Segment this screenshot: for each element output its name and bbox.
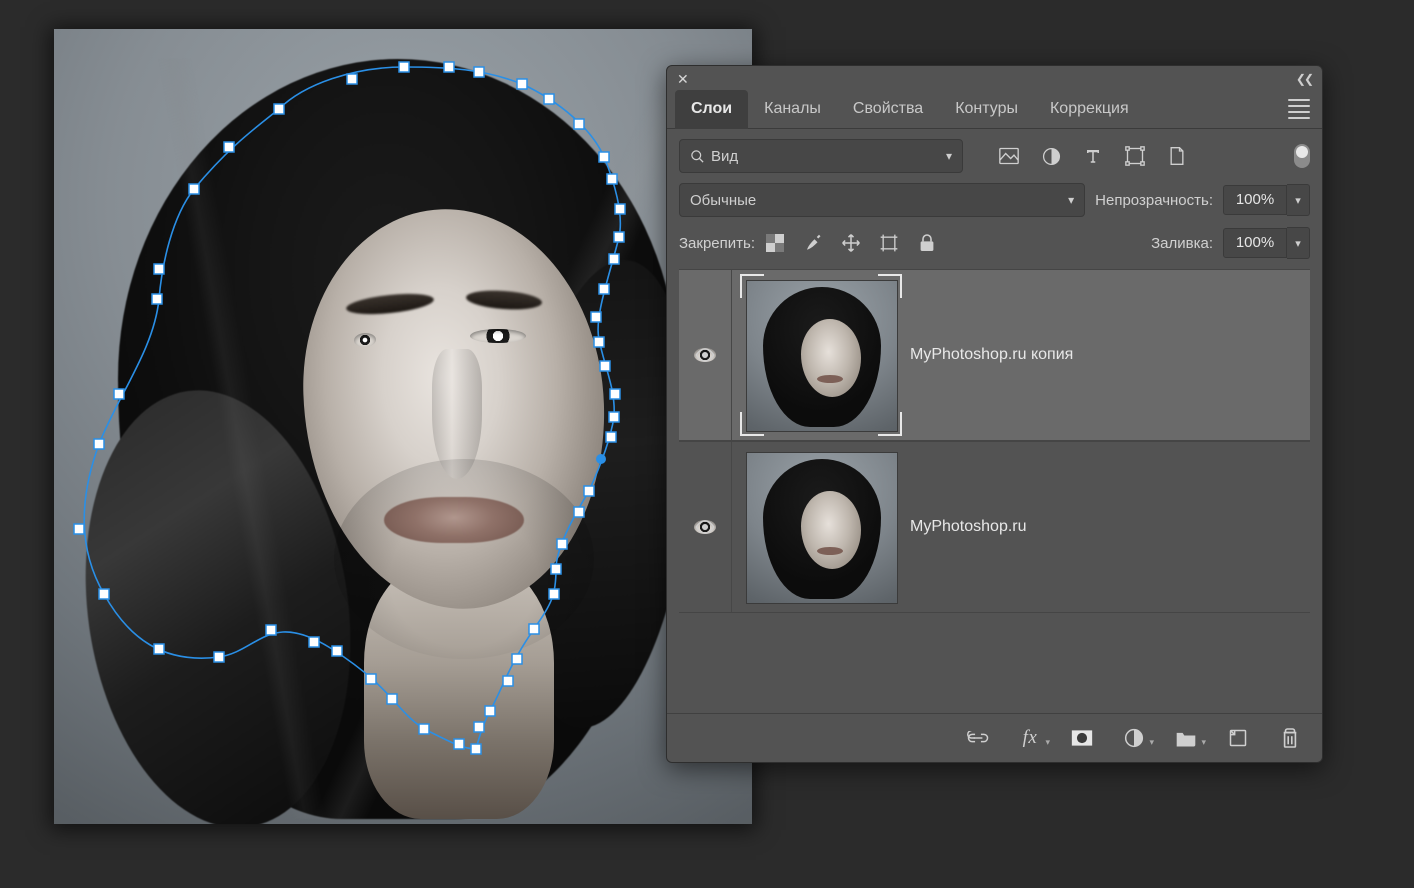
layer-filter-value: Вид bbox=[711, 148, 738, 165]
layer-name[interactable]: MyPhotoshop.ru bbox=[910, 518, 1027, 536]
opacity-chevron[interactable]: ▾ bbox=[1287, 184, 1310, 216]
blend-mode-select[interactable]: Обычные ▾ bbox=[679, 183, 1085, 217]
tab-channels[interactable]: Каналы bbox=[748, 90, 837, 128]
shape-filter-icon[interactable] bbox=[1125, 146, 1145, 166]
new-layer-icon[interactable] bbox=[1226, 726, 1250, 750]
collapse-icon[interactable]: ❮❮ bbox=[1296, 72, 1312, 86]
panel-header: ✕ ❮❮ bbox=[667, 66, 1322, 90]
chevron-down-icon: ▾ bbox=[946, 149, 952, 163]
panel-footer: fx▾ ▾ ▾ bbox=[667, 713, 1322, 762]
layers-list: MyPhotoshop.ru копия MyPhotoshop.ru bbox=[679, 269, 1310, 613]
adjustment-filter-icon[interactable] bbox=[1041, 146, 1061, 166]
type-filter-icon[interactable] bbox=[1083, 146, 1103, 166]
lock-position-icon[interactable] bbox=[841, 233, 861, 253]
eye-icon bbox=[694, 348, 716, 362]
group-icon[interactable]: ▾ bbox=[1174, 726, 1198, 750]
layer-filter-select[interactable]: Вид ▾ bbox=[679, 139, 963, 173]
lock-transparency-icon[interactable] bbox=[765, 233, 785, 253]
fill-chevron[interactable]: ▾ bbox=[1287, 227, 1310, 259]
link-layers-icon[interactable] bbox=[966, 726, 990, 750]
visibility-toggle[interactable] bbox=[679, 270, 732, 440]
fill-label: Заливка: bbox=[1151, 235, 1213, 252]
tab-properties[interactable]: Свойства bbox=[837, 90, 939, 128]
tab-paths[interactable]: Контуры bbox=[939, 90, 1034, 128]
visibility-toggle[interactable] bbox=[679, 442, 732, 612]
document-canvas[interactable] bbox=[54, 29, 752, 824]
layer-row[interactable]: MyPhotoshop.ru bbox=[679, 441, 1310, 613]
add-mask-icon[interactable] bbox=[1070, 726, 1094, 750]
filter-toggle[interactable] bbox=[1294, 144, 1310, 168]
lock-all-icon[interactable] bbox=[917, 233, 937, 253]
eye-icon bbox=[694, 520, 716, 534]
layer-name[interactable]: MyPhotoshop.ru копия bbox=[910, 346, 1073, 364]
filter-type-icons bbox=[999, 146, 1187, 166]
panel-tabs: Слои Каналы Свойства Контуры Коррекция bbox=[667, 90, 1322, 129]
layers-panel: ✕ ❮❮ Слои Каналы Свойства Контуры Коррек… bbox=[666, 65, 1323, 763]
blend-mode-value: Обычные bbox=[690, 192, 756, 209]
layer-row[interactable]: MyPhotoshop.ru копия bbox=[679, 269, 1310, 441]
search-icon bbox=[690, 149, 705, 164]
tab-adjustments[interactable]: Коррекция bbox=[1034, 90, 1145, 128]
panel-menu-icon[interactable] bbox=[1288, 98, 1310, 120]
lock-paint-icon[interactable] bbox=[803, 233, 823, 253]
fx-icon[interactable]: fx▾ bbox=[1018, 726, 1042, 750]
fill-input[interactable]: 100% bbox=[1223, 228, 1287, 258]
chevron-down-icon: ▾ bbox=[1068, 193, 1074, 207]
close-icon[interactable]: ✕ bbox=[677, 72, 691, 86]
layer-thumbnail[interactable] bbox=[746, 280, 896, 430]
opacity-label: Непрозрачность: bbox=[1095, 192, 1213, 209]
image-filter-icon[interactable] bbox=[999, 146, 1019, 166]
lock-label: Закрепить: bbox=[679, 235, 755, 252]
smartobject-filter-icon[interactable] bbox=[1167, 146, 1187, 166]
tab-layers[interactable]: Слои bbox=[675, 90, 748, 128]
delete-layer-icon[interactable] bbox=[1278, 726, 1302, 750]
opacity-input[interactable]: 100% bbox=[1223, 185, 1287, 215]
lock-artboard-icon[interactable] bbox=[879, 233, 899, 253]
layer-thumbnail[interactable] bbox=[746, 452, 896, 602]
adjustment-layer-icon[interactable]: ▾ bbox=[1122, 726, 1146, 750]
workspace: ✕ ❮❮ Слои Каналы Свойства Контуры Коррек… bbox=[0, 0, 1414, 888]
document-content bbox=[54, 29, 752, 824]
